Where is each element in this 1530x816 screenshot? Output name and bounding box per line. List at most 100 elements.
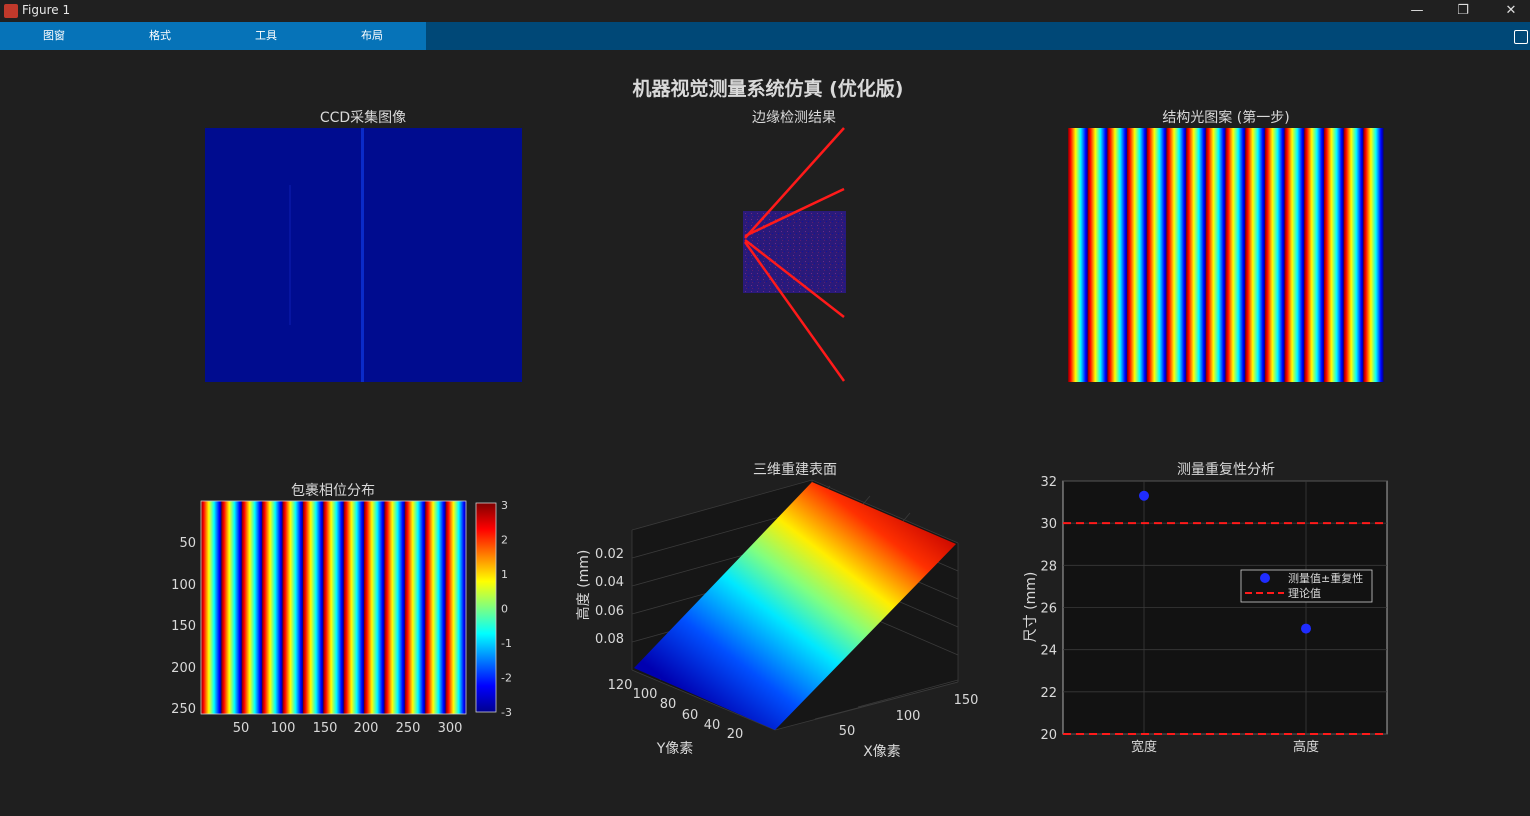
tab-figure[interactable]: 图窗	[24, 22, 84, 50]
tab-tools[interactable]: 工具	[236, 22, 296, 50]
structured-light-stripe	[1225, 128, 1246, 382]
repeatability-y-tick: 22	[1040, 686, 1057, 701]
subplot-wrapped-phase: 包裹相位分布 50 100 150 200 250 300 50 100 150 200 250 3…	[171, 483, 512, 736]
surface-z-tick: 0.06	[595, 604, 624, 619]
repeatability-y-label: 尺寸 (mm)	[1023, 572, 1039, 643]
structured-light-stripe	[1186, 128, 1207, 382]
window-titlebar: Figure 1 — ❐ ✕	[0, 0, 1530, 23]
wrapped-phase-stripe	[425, 501, 447, 714]
structured-light-stripe	[1205, 128, 1226, 382]
surface-z-label: 高度 (mm)	[575, 550, 592, 621]
structured-light-stripe	[1068, 128, 1089, 382]
phase-x-tick: 150	[313, 721, 338, 736]
surface-x-tick: 150	[954, 693, 979, 708]
structured-light-stripe	[1166, 128, 1187, 382]
colorbar-tick: 1	[501, 568, 508, 581]
subplot-repeatability: 测量重复性分析 20 22 24 26 28 30 32 宽度 高度 尺寸 (mm) 测量值±重复…	[1023, 461, 1388, 755]
surface-x-tick: 100	[896, 709, 921, 724]
surface-y-tick: 40	[704, 718, 721, 733]
repeatability-y-tick: 30	[1040, 517, 1057, 532]
tab-layout[interactable]: 布局	[342, 22, 402, 50]
colorbar-tick: -3	[501, 706, 512, 719]
wrapped-phase-stripe	[384, 501, 406, 714]
structured-light-stripe	[1245, 128, 1266, 382]
measured-point	[1139, 490, 1149, 501]
repeatability-title: 测量重复性分析	[1177, 461, 1275, 478]
phase-x-tick: 100	[271, 721, 296, 736]
phase-y-tick: 200	[171, 661, 196, 676]
phase-y-tick: 150	[171, 619, 196, 634]
wrapped-phase-stripe	[404, 501, 426, 714]
structured-light-stripe	[1323, 128, 1345, 382]
wrapped-phase-stripe	[343, 501, 365, 714]
phase-y-tick: 50	[179, 536, 196, 551]
colorbar-tick: 3	[501, 499, 508, 512]
subplot-edge-detection: 边缘检测结果	[743, 110, 846, 382]
phase-x-tick: 200	[354, 721, 379, 736]
colorbar-tick: 2	[501, 534, 508, 547]
repeatability-x-tick: 高度	[1293, 739, 1319, 755]
surface-x-label: X像素	[863, 744, 901, 760]
structured-light-stripe	[1363, 128, 1384, 382]
minimize-button[interactable]: —	[1394, 0, 1440, 22]
figure-canvas: 机器视觉测量系统仿真 (优化版) CCD采集图像 边缘检测结果 结构光图案 (第…	[171, 77, 1388, 760]
surface-y-tick: 60	[682, 708, 699, 723]
structured-light-stripe	[1127, 128, 1148, 382]
surface-z-tick: 0.04	[595, 575, 624, 590]
ccd-title: CCD采集图像	[320, 109, 406, 126]
wrapped-phase-stripe	[323, 501, 345, 714]
subplot-3d-surface: 三维重建表面 0.02 0.04 0.06 0.08 50 100 150 20 40 60 80 1…	[575, 462, 978, 760]
wrapped-phase-stripe	[262, 501, 284, 714]
wrapped-phase-stripe	[445, 501, 467, 714]
repeatability-y-tick: 28	[1040, 559, 1057, 574]
ccd-faint-line	[289, 185, 291, 325]
phase-colorbar	[475, 502, 497, 713]
surface-y-tick: 80	[660, 697, 677, 712]
surface-z-tick: 0.08	[595, 632, 624, 647]
colorbar-tick: 0	[501, 603, 508, 616]
repeatability-x-tick: 宽度	[1131, 739, 1157, 755]
surface-y-label: Y像素	[656, 741, 694, 757]
wrapped-phase-stripe	[302, 501, 324, 714]
legend-entry-measured: 测量值±重复性	[1288, 571, 1363, 585]
undock-icon[interactable]	[1514, 30, 1528, 44]
phase-x-tick: 300	[438, 721, 463, 736]
wrapped-phase-stripe	[282, 501, 304, 714]
restore-button[interactable]: ❐	[1440, 0, 1486, 22]
toolstrip-tabs: 图窗 格式 工具 布局	[0, 22, 426, 50]
surface-title: 三维重建表面	[753, 462, 837, 478]
colorbar-tick: -1	[501, 637, 512, 650]
wrapped-phase-stripe	[201, 501, 222, 714]
repeatability-y-tick: 26	[1040, 602, 1057, 617]
phase-title: 包裹相位分布	[291, 483, 375, 499]
figure-suptitle: 机器视觉测量系统仿真 (优化版)	[633, 77, 904, 100]
structured-light-stripe	[1284, 128, 1305, 382]
edge-title: 边缘检测结果	[752, 110, 836, 126]
surface-y-tick: 20	[727, 727, 744, 742]
phase-y-tick: 100	[171, 578, 196, 593]
structured-light-stripe	[1087, 128, 1108, 382]
structured-light-stripe	[1107, 128, 1128, 382]
tab-format[interactable]: 格式	[130, 22, 190, 50]
colorbar-tick: -2	[501, 672, 512, 685]
repeatability-y-tick: 24	[1040, 644, 1057, 659]
structured-light-stripe	[1304, 128, 1325, 382]
legend-marker-icon	[1260, 573, 1270, 583]
repeatability-y-tick: 20	[1040, 728, 1057, 743]
surface-x-tick: 50	[839, 724, 856, 739]
repeatability-y-tick: 32	[1040, 475, 1057, 490]
close-button[interactable]: ✕	[1488, 0, 1530, 22]
repeatability-legend: 测量值±重复性 理论值	[1240, 569, 1373, 603]
matlab-figure-icon	[4, 4, 18, 18]
structured-light-stripe	[1264, 128, 1286, 382]
structured-light-stripe	[1146, 128, 1167, 382]
toolstrip: 图窗 格式 工具 布局	[0, 22, 1530, 50]
legend-entry-theory: 理论值	[1288, 586, 1321, 600]
surface-y-tick: 120	[608, 678, 633, 693]
surface-z-tick: 0.02	[595, 547, 624, 562]
phase-x-tick: 250	[396, 721, 421, 736]
wrapped-phase-stripe	[364, 501, 385, 714]
subplot-structured-light: 结构光图案 (第一步)	[1068, 109, 1384, 382]
structured-light-stripe	[1343, 128, 1364, 382]
phase-x-tick: 50	[233, 721, 250, 736]
